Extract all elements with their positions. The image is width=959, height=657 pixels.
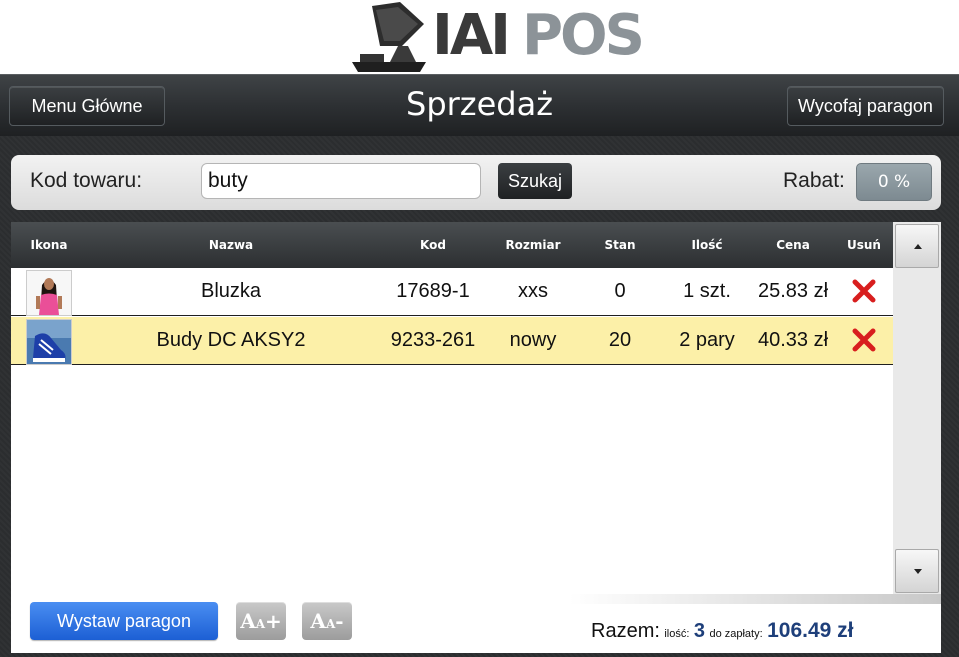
logo-text: IAI POS (432, 3, 645, 68)
font-increase-button[interactable]: AA+ (236, 602, 286, 640)
product-code-input[interactable] (201, 163, 481, 199)
table-row-selected[interactable]: Budy DC AKSY2 9233-261 nowy 20 2 pary 40… (11, 317, 893, 365)
product-quantity[interactable]: 1 szt. (657, 268, 757, 315)
product-stock: 20 (608, 329, 632, 351)
font-decrease-big-a: A (310, 609, 326, 633)
font-decrease-sign: - (335, 609, 344, 633)
scroll-up-button[interactable] (895, 224, 939, 268)
top-nav-bar: Sprzedaż Menu Główne Wycofaj paragon (0, 74, 959, 137)
product-size: xxs (518, 280, 548, 302)
font-decrease-button[interactable]: AA- (302, 602, 352, 640)
product-thumb-blue-shoe (26, 319, 72, 365)
column-header-icon: Ikona (30, 238, 68, 252)
scroll-down-button[interactable] (895, 549, 939, 593)
product-price: 40.33 zł (757, 329, 829, 351)
font-increase-big-a: A (240, 609, 256, 633)
issue-receipt-button[interactable]: Wystaw paragon (30, 602, 218, 640)
logo-iai: IAI (432, 3, 511, 68)
discount-field[interactable]: 0 % (856, 163, 932, 201)
to-pay-label: do zapłaty: (709, 628, 763, 640)
arrow-down-icon (914, 569, 922, 574)
delete-x-icon[interactable] (851, 327, 877, 353)
discount-label: Rabat: (783, 169, 845, 192)
font-increase-small-a: A (255, 617, 266, 631)
sales-table: Ikona Nazwa Kod Rozmiar Stan Ilość Cena … (11, 222, 893, 594)
footer-bar: Wystaw paragon AA+ AA- Razem: ilość: 3 d… (11, 594, 941, 653)
logo-header: IAI POS (0, 0, 959, 74)
total-label: Razem: (591, 620, 660, 642)
product-stock: 0 (614, 280, 626, 302)
product-code: 9233-261 (390, 329, 476, 351)
product-thumb-woman-pink-blouse (26, 270, 72, 316)
quantity-label: ilość: (664, 628, 690, 640)
font-increase-sign: + (265, 609, 282, 633)
search-button[interactable]: Szukaj (498, 163, 572, 199)
font-decrease-small-a: A (325, 617, 336, 631)
product-quantity[interactable]: 2 pary (657, 317, 757, 364)
totals-summary: Razem: ilość: 3 do zapłaty: 106.49 zł (591, 619, 854, 643)
table-row[interactable]: Bluzka 17689-1 xxs 0 1 szt. 25.83 zł (11, 268, 893, 316)
total-quantity: 3 (693, 620, 705, 642)
product-name: Bluzka (200, 280, 262, 302)
column-header-quantity: Ilość (691, 238, 723, 252)
product-code-label: Kod towaru: (30, 169, 143, 192)
product-size: nowy (509, 329, 557, 351)
search-panel: Kod towaru: Szukaj Rabat: 0 % (11, 155, 941, 210)
product-price: 25.83 zł (757, 280, 829, 302)
column-header-delete: Usuń (847, 238, 881, 252)
logo-pos: POS (522, 3, 645, 68)
main-menu-button[interactable]: Menu Główne (9, 86, 165, 126)
pos-terminal-icon (352, 2, 426, 72)
total-amount: 106.49 zł (767, 619, 854, 642)
product-code: 17689-1 (396, 280, 470, 302)
column-header-size: Rozmiar (505, 238, 561, 252)
arrow-up-icon (914, 244, 922, 249)
column-header-name: Nazwa (208, 238, 254, 252)
withdraw-receipt-button[interactable]: Wycofaj paragon (787, 86, 944, 126)
column-header-code: Kod (420, 238, 446, 252)
table-header: Ikona Nazwa Kod Rozmiar Stan Ilość Cena … (11, 222, 893, 268)
column-header-stock: Stan (604, 238, 636, 252)
column-header-price: Cena (776, 238, 810, 252)
product-name: Budy DC AKSY2 (156, 329, 306, 351)
delete-x-icon[interactable] (851, 278, 877, 304)
table-scrollbar[interactable] (893, 222, 941, 594)
